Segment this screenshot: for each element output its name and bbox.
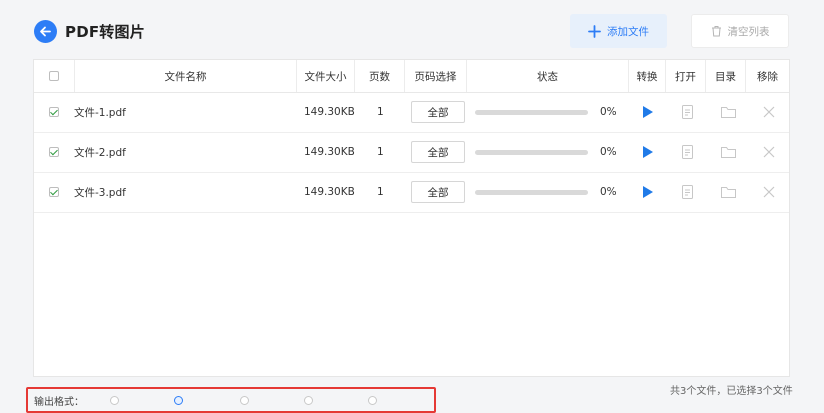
close-icon[interactable] [763, 106, 775, 118]
progress-bar [475, 149, 588, 155]
folder-icon[interactable] [721, 106, 736, 118]
open-cell [682, 132, 694, 172]
folder-icon[interactable] [721, 186, 736, 198]
page-select-button[interactable]: 全部 [411, 101, 465, 123]
trash-icon [711, 26, 721, 37]
clear-list-label: 清空列表 [727, 25, 770, 38]
header-checkbox-cell [34, 60, 75, 92]
header: PDF转图片 添加文件 清空列表 [0, 0, 824, 60]
page-select-button[interactable]: 全部 [411, 181, 465, 203]
folder-cell [721, 132, 737, 172]
arrow-left-icon [40, 26, 51, 37]
row-checkbox[interactable] [49, 147, 59, 157]
col-page-select: 页码选择 [405, 60, 467, 92]
play-icon[interactable] [643, 106, 653, 118]
convert-cell [643, 92, 655, 132]
select-all-checkbox[interactable] [49, 71, 59, 81]
page-select-cell: 全部 [411, 92, 465, 132]
output-format-label: 输出格式： [34, 397, 84, 408]
col-size: 文件大小 [297, 60, 355, 92]
format-radio[interactable] [304, 396, 313, 405]
folder-icon[interactable] [721, 146, 736, 158]
remove-cell [763, 172, 775, 212]
close-icon[interactable] [763, 186, 775, 198]
page-select-cell: 全部 [411, 172, 465, 212]
col-pages: 页数 [355, 60, 405, 92]
file-name: 文件-1.pdf [74, 106, 126, 119]
col-open: 打开 [666, 60, 706, 92]
remove-cell [763, 132, 775, 172]
convert-cell [643, 172, 655, 212]
page-select-cell: 全部 [411, 132, 465, 172]
close-icon[interactable] [763, 146, 775, 158]
page-count: 1 [377, 146, 384, 158]
row-checkbox-cell [49, 92, 61, 132]
page-count: 1 [377, 186, 384, 198]
add-file-label: 添加文件 [607, 25, 649, 38]
row-checkbox-cell [49, 172, 61, 212]
row-checkbox[interactable] [49, 187, 59, 197]
format-radio[interactable] [110, 396, 119, 405]
document-icon[interactable] [682, 145, 693, 159]
open-cell [682, 172, 694, 212]
col-status: 状态 [467, 60, 629, 92]
file-table: 文件名称 文件大小 页数 页码选择 状态 转换 打开 目录 移除 文件-1.pd… [33, 59, 790, 377]
folder-cell [721, 172, 737, 212]
format-radio-selected[interactable] [174, 396, 183, 405]
progress-text: 0% [600, 106, 617, 118]
back-button[interactable] [34, 20, 57, 43]
page-count: 1 [377, 106, 384, 118]
table-header: 文件名称 文件大小 页数 页码选择 状态 转换 打开 目录 移除 [34, 60, 789, 93]
col-remove: 移除 [757, 70, 778, 83]
col-folder: 目录 [706, 60, 746, 92]
progress-text: 0% [600, 146, 617, 158]
output-format-options: 输出格式： [26, 387, 436, 413]
document-icon[interactable] [682, 185, 693, 199]
plus-icon [588, 24, 601, 38]
progress-bar [475, 189, 588, 195]
play-icon[interactable] [643, 186, 653, 198]
row-checkbox-cell [49, 132, 61, 172]
progress-text: 0% [600, 186, 617, 198]
progress-cell [475, 172, 595, 212]
table-row: 文件-3.pdf 149.30KB 1 全部 0% [34, 172, 789, 213]
table-row: 文件-1.pdf 149.30KB 1 全部 0% [34, 92, 789, 133]
file-size: 149.30KB [304, 186, 355, 198]
format-radio[interactable] [368, 396, 377, 405]
remove-cell [763, 92, 775, 132]
clear-list-button[interactable]: 清空列表 [691, 14, 789, 48]
add-file-button[interactable]: 添加文件 [570, 14, 667, 48]
folder-cell [721, 92, 737, 132]
row-checkbox[interactable] [49, 107, 59, 117]
table-row: 文件-2.pdf 149.30KB 1 全部 0% [34, 132, 789, 173]
page-select-button[interactable]: 全部 [411, 141, 465, 163]
format-radio[interactable] [240, 396, 249, 405]
file-name: 文件-2.pdf [74, 146, 126, 159]
page-title: PDF转图片 [65, 23, 145, 41]
progress-cell [475, 92, 595, 132]
file-size: 149.30KB [304, 106, 355, 118]
document-icon[interactable] [682, 105, 693, 119]
col-name: 文件名称 [75, 60, 297, 92]
play-icon[interactable] [643, 146, 653, 158]
file-name: 文件-3.pdf [74, 186, 126, 199]
open-cell [682, 92, 694, 132]
convert-cell [643, 132, 655, 172]
file-summary: 共3个文件，已选择3个文件 [670, 386, 793, 397]
col-convert: 转换 [629, 60, 666, 92]
progress-bar [475, 109, 588, 115]
progress-cell [475, 132, 595, 172]
file-size: 149.30KB [304, 146, 355, 158]
